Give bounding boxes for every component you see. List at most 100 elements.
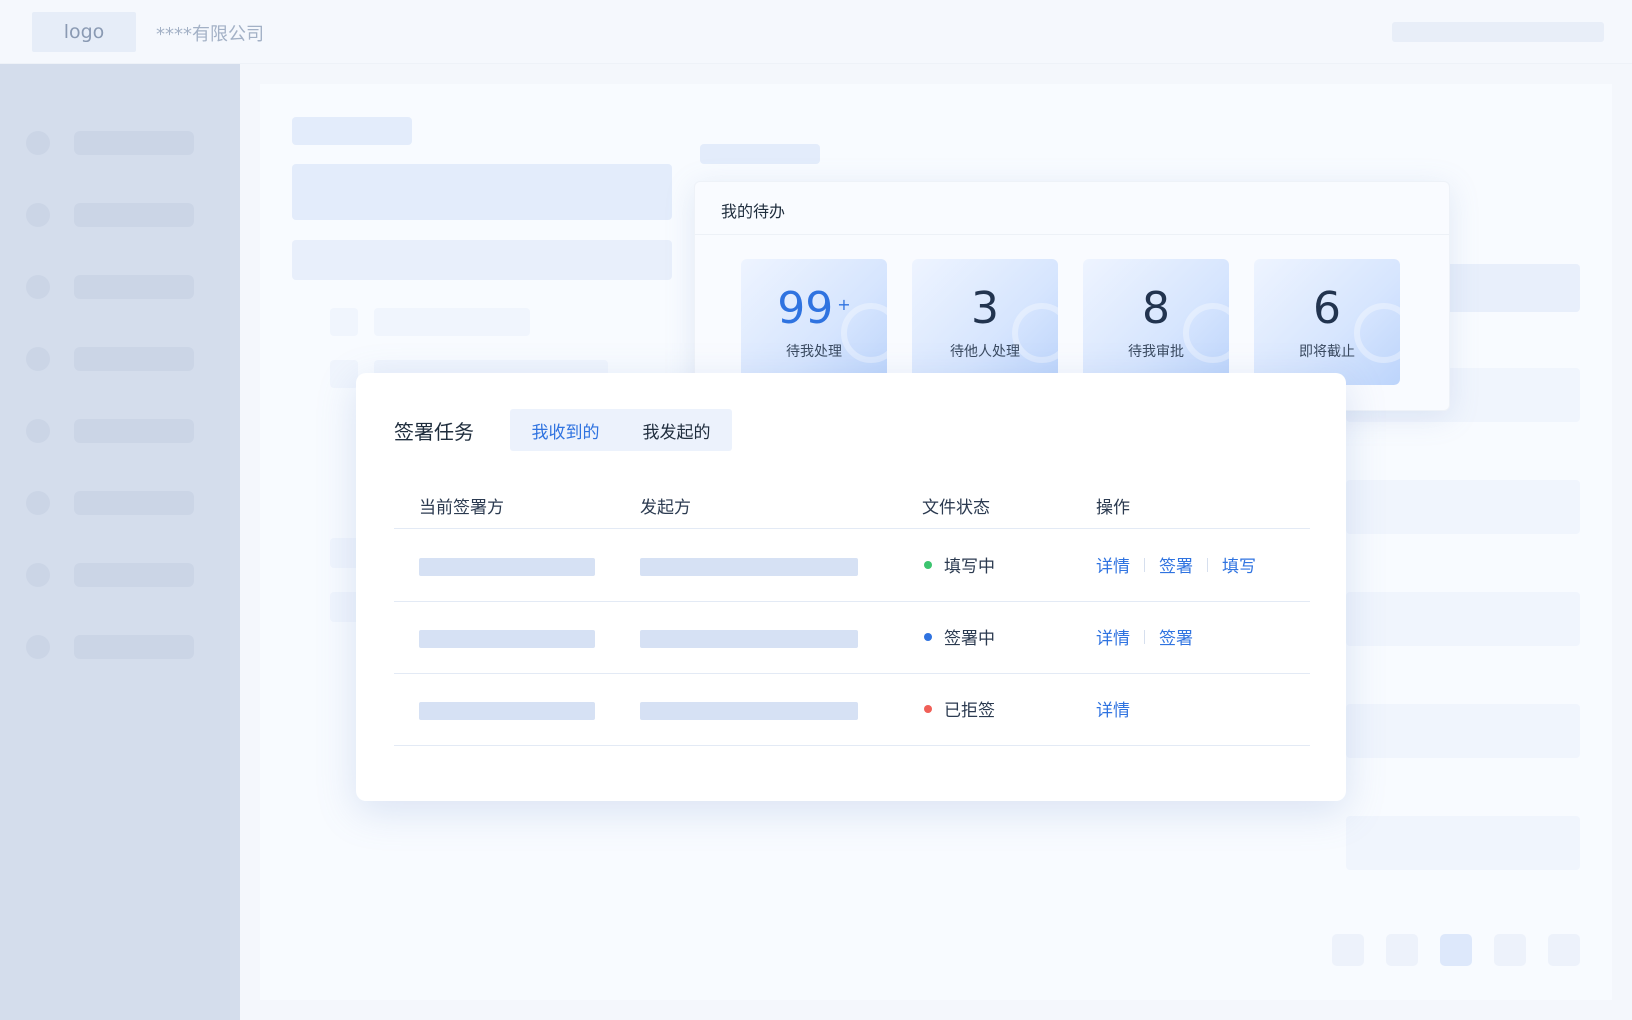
sidebar-item-dot [26, 131, 50, 155]
pagination-item-active[interactable] [1440, 934, 1472, 966]
column-header: 发起方 [640, 498, 691, 518]
logo-text: logo [63, 21, 105, 43]
right-row-placeholder [1346, 480, 1580, 534]
sidebar-item[interactable] [26, 418, 196, 443]
sidebar-item-dot [26, 635, 50, 659]
sidebar-item-placeholder [74, 563, 194, 587]
right-row-placeholder [1346, 816, 1580, 870]
stat-label: 待我审批 [1128, 344, 1184, 360]
bar-placeholder [292, 240, 672, 280]
initiator-placeholder [640, 558, 858, 576]
separator [1144, 557, 1145, 572]
sidebar-item-dot [26, 563, 50, 587]
sidebar-item[interactable] [26, 490, 196, 515]
stat-value: 99 + [777, 283, 851, 334]
stat-pending-me[interactable]: 99 + 待我处理 [741, 259, 887, 385]
divider [695, 234, 1449, 235]
pagination-item[interactable] [1548, 934, 1580, 966]
sidebar-item-dot [26, 203, 50, 227]
sidebar [0, 64, 240, 1020]
file-status: 已拒签 [924, 696, 995, 721]
detail-link[interactable]: 详情 [1096, 696, 1130, 721]
icon-placeholder [330, 360, 358, 388]
banner-placeholder [292, 164, 672, 220]
company-name: ****有限公司 [156, 24, 264, 45]
detail-link[interactable]: 详情 [1096, 552, 1130, 577]
sign-link[interactable]: 签署 [1159, 552, 1193, 577]
task-title: 签署任务 [394, 420, 474, 444]
right-row-placeholder [1346, 704, 1580, 758]
column-header: 操作 [1096, 498, 1130, 518]
status-text: 填写中 [944, 557, 995, 577]
table-row: 填写中 详情 签署 填写 [394, 530, 1310, 602]
stat-label: 待他人处理 [950, 344, 1020, 360]
file-status: 填写中 [924, 552, 995, 577]
signer-placeholder [419, 702, 595, 720]
status-text: 签署中 [944, 629, 995, 649]
stat-value: 3 [971, 283, 999, 334]
heading-placeholder [292, 117, 412, 145]
stat-value: 6 [1313, 283, 1341, 334]
sidebar-item[interactable] [26, 634, 196, 659]
pagination-item[interactable] [1494, 934, 1526, 966]
tab-received[interactable]: 我收到的 [510, 409, 621, 451]
row-actions: 详情 签署 [1096, 624, 1193, 649]
sidebar-item-placeholder [74, 275, 194, 299]
separator [1207, 557, 1208, 572]
column-header: 文件状态 [922, 498, 990, 518]
text-placeholder [374, 308, 530, 336]
sidebar-item-placeholder [74, 131, 194, 155]
initiator-placeholder [640, 702, 858, 720]
sidebar-item-dot [26, 491, 50, 515]
stat-pending-approval[interactable]: 8 待我审批 [1083, 259, 1229, 385]
sign-link[interactable]: 签署 [1159, 624, 1193, 649]
sidebar-item[interactable] [26, 130, 196, 155]
tab-initiated[interactable]: 我发起的 [621, 409, 732, 451]
section-title-placeholder [700, 144, 820, 164]
sidebar-item-dot [26, 347, 50, 371]
column-header: 当前签署方 [419, 498, 504, 518]
right-row-placeholder [1346, 592, 1580, 646]
sidebar-item-placeholder [74, 203, 194, 227]
top-bar: logo ****有限公司 [0, 0, 1632, 64]
table-row: 已拒签 详情 [394, 674, 1310, 746]
icon-placeholder [330, 308, 358, 336]
signer-placeholder [419, 630, 595, 648]
fill-link[interactable]: 填写 [1222, 552, 1256, 577]
sidebar-item[interactable] [26, 562, 196, 587]
sidebar-item[interactable] [26, 202, 196, 227]
plus-mark: + [837, 295, 851, 314]
sidebar-item-placeholder [74, 635, 194, 659]
sidebar-item-placeholder [74, 491, 194, 515]
stat-label: 待我处理 [786, 344, 842, 360]
sidebar-item-dot [26, 419, 50, 443]
separator [1144, 629, 1145, 644]
signer-placeholder [419, 558, 595, 576]
row-actions: 详情 签署 填写 [1096, 552, 1256, 577]
pagination-item[interactable] [1386, 934, 1418, 966]
stat-label: 即将截止 [1299, 344, 1355, 360]
sign-task-card: 签署任务 我收到的 我发起的 当前签署方 发起方 文件状态 操作 填写中 详情 … [356, 373, 1346, 801]
table-row: 签署中 详情 签署 [394, 602, 1310, 674]
task-tabs: 我收到的 我发起的 [510, 409, 732, 451]
status-dot [924, 560, 932, 569]
sidebar-item[interactable] [26, 346, 196, 371]
table-header: 当前签署方 发起方 文件状态 操作 [394, 481, 1310, 529]
initiator-placeholder [640, 630, 858, 648]
sidebar-item-placeholder [74, 347, 194, 371]
stat-pending-others[interactable]: 3 待他人处理 [912, 259, 1058, 385]
status-dot [924, 632, 932, 641]
sidebar-item-placeholder [74, 419, 194, 443]
stat-value: 8 [1142, 283, 1170, 334]
status-text: 已拒签 [944, 701, 995, 721]
sidebar-item[interactable] [26, 274, 196, 299]
detail-link[interactable]: 详情 [1096, 624, 1130, 649]
file-status: 签署中 [924, 624, 995, 649]
top-right-placeholder [1392, 22, 1604, 42]
stat-expiring[interactable]: 6 即将截止 [1254, 259, 1400, 385]
logo[interactable]: logo [32, 12, 136, 52]
status-dot [924, 704, 932, 713]
row-actions: 详情 [1096, 696, 1130, 721]
pagination-item[interactable] [1332, 934, 1364, 966]
todo-title: 我的待办 [721, 202, 786, 221]
